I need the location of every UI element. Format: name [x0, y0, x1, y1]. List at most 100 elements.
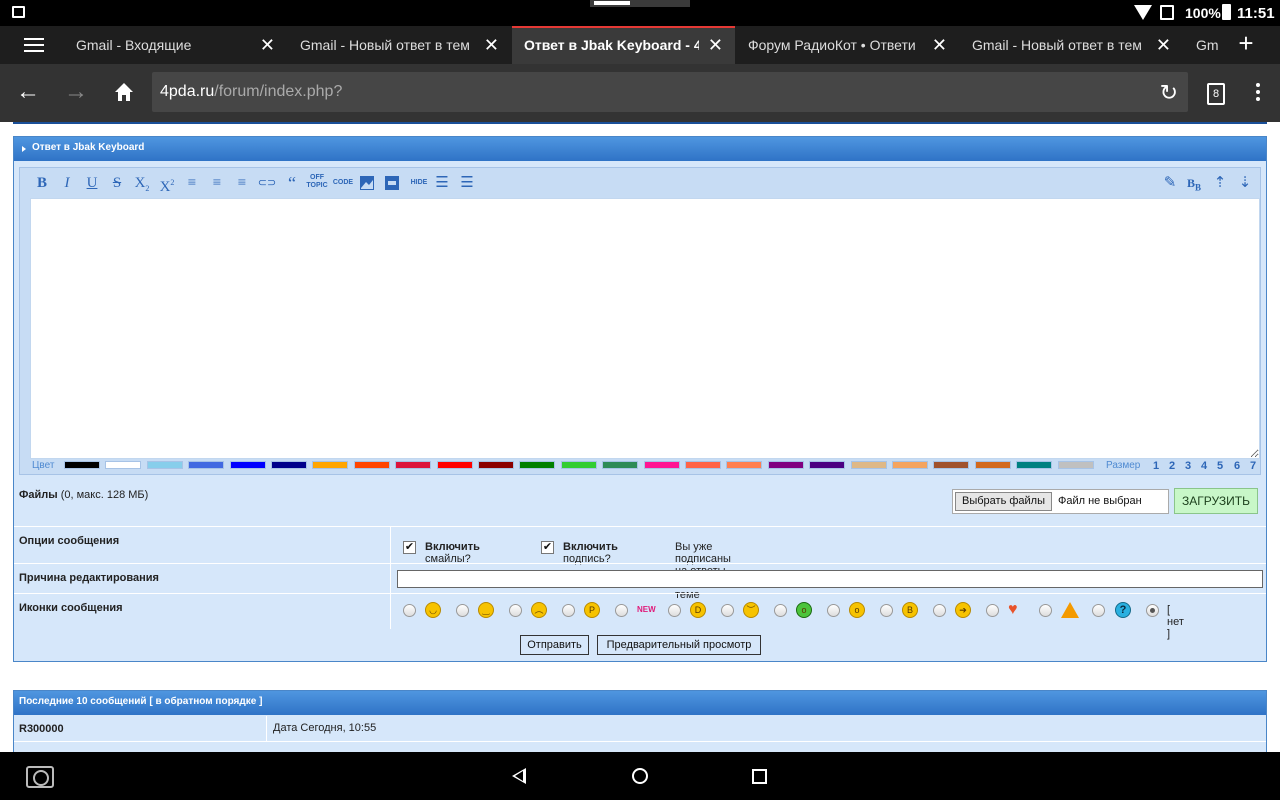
strikethrough-button[interactable]: S — [107, 174, 127, 192]
color-swatch[interactable] — [229, 461, 266, 469]
eraser-icon[interactable]: ✎ — [1160, 174, 1180, 192]
hamburger-menu-icon[interactable] — [24, 38, 44, 52]
preview-button[interactable]: Предварительный просмотр — [597, 635, 761, 655]
tab-gmail-inbox[interactable]: Gmail - Входящие ✕ — [64, 26, 287, 64]
choose-files-button[interactable]: Выбрать файлы — [955, 492, 1052, 511]
icon-radio[interactable] — [986, 604, 999, 617]
enable-signature-checkbox[interactable]: ✔ — [541, 541, 554, 554]
size-option[interactable]: 2 — [1169, 460, 1175, 472]
color-swatch[interactable] — [892, 461, 928, 469]
tab-gmail-new-reply-2[interactable]: Gmail - Новый ответ в тем ✕ — [960, 26, 1183, 64]
color-swatch[interactable] — [560, 461, 597, 469]
color-swatch[interactable] — [1016, 461, 1053, 469]
color-swatch[interactable] — [478, 461, 514, 469]
quote-icon[interactable]: “ — [282, 174, 302, 192]
image-icon[interactable] — [357, 174, 377, 192]
tab-gmail-partial[interactable]: Gm — [1184, 26, 1224, 64]
url-bar[interactable]: 4pda.ru/forum/index.php? ↻ — [152, 72, 1188, 112]
close-icon[interactable]: ✕ — [932, 26, 947, 64]
new-tab-icon[interactable]: + — [1234, 28, 1258, 59]
icon-radio[interactable] — [880, 604, 893, 617]
icon-radio[interactable] — [1092, 604, 1105, 617]
icon-radio[interactable] — [721, 604, 734, 617]
bullet-list-icon[interactable]: ☰ — [432, 174, 452, 192]
color-swatch[interactable] — [105, 461, 142, 469]
close-icon[interactable]: ✕ — [1156, 26, 1171, 64]
color-swatch[interactable] — [146, 461, 183, 469]
icon-radio[interactable] — [562, 604, 575, 617]
tab-reply-jbak-keyboard[interactable]: Ответ в Jbak Keyboard - 4P ✕ — [512, 26, 735, 64]
icon-radio[interactable] — [456, 604, 469, 617]
color-swatch[interactable] — [726, 461, 763, 469]
align-left-icon[interactable]: ≡ — [182, 174, 202, 192]
numbered-list-icon[interactable]: ☰ — [457, 174, 477, 192]
home-icon[interactable] — [110, 78, 138, 106]
icon-radio[interactable] — [827, 604, 840, 617]
tab-radiokot-forum[interactable]: Форум РадиоКот • Ответи ✕ — [736, 26, 959, 64]
close-icon[interactable]: ✕ — [484, 26, 499, 64]
post-author[interactable]: R300000 — [19, 723, 64, 735]
align-right-icon[interactable]: ≡ — [232, 174, 252, 192]
icon-radio[interactable] — [933, 604, 946, 617]
code-button[interactable]: CODE — [331, 174, 355, 192]
edit-reason-input[interactable] — [397, 570, 1263, 588]
close-icon[interactable]: ✕ — [260, 26, 275, 64]
overflow-menu-icon[interactable] — [1250, 80, 1266, 106]
tab-switcher-icon[interactable]: 8 — [1207, 83, 1225, 105]
size-option[interactable]: 5 — [1217, 460, 1223, 472]
icon-radio[interactable] — [774, 604, 787, 617]
upload-button[interactable]: ЗАГРУЗИТЬ — [1174, 488, 1258, 514]
color-swatch[interactable] — [809, 461, 846, 469]
icon-radio[interactable] — [668, 604, 681, 617]
color-swatch[interactable] — [353, 461, 390, 469]
font-case-icon[interactable]: BB — [1184, 174, 1204, 192]
icon-radio[interactable] — [1039, 604, 1052, 617]
color-swatch[interactable] — [602, 461, 639, 469]
screenshot-icon[interactable] — [26, 766, 54, 788]
reload-icon[interactable]: ↻ — [1160, 80, 1178, 106]
color-swatch[interactable] — [188, 461, 225, 469]
color-swatch[interactable] — [519, 461, 556, 469]
size-option[interactable]: 3 — [1185, 460, 1191, 472]
expand-down-icon[interactable]: ⇣ — [1235, 174, 1255, 192]
off-topic-button[interactable]: OFF TOPIC — [305, 174, 329, 192]
align-center-icon[interactable]: ≡ — [207, 174, 227, 192]
file-input[interactable]: Выбрать файлы Файл не выбран — [952, 489, 1169, 514]
color-swatch[interactable] — [1057, 461, 1094, 469]
bold-button[interactable]: B — [32, 174, 52, 192]
color-swatch[interactable] — [850, 461, 887, 469]
link-icon[interactable]: ⊂⊃ — [257, 174, 277, 192]
collapse-up-icon[interactable]: ⇡ — [1210, 174, 1230, 192]
subscript-button[interactable]: X2 — [132, 174, 152, 193]
underline-button[interactable]: U — [82, 174, 102, 192]
size-option[interactable]: 6 — [1234, 460, 1240, 472]
close-icon[interactable]: ✕ — [708, 28, 723, 62]
home-circle-icon[interactable] — [632, 768, 648, 784]
hide-button[interactable]: HIDE — [407, 174, 431, 192]
color-swatch[interactable] — [271, 461, 307, 469]
color-swatch[interactable] — [933, 461, 970, 469]
color-swatch[interactable] — [974, 461, 1011, 469]
color-swatch[interactable] — [312, 461, 349, 469]
recents-icon[interactable] — [752, 769, 767, 784]
italic-button[interactable]: I — [57, 174, 77, 192]
color-swatch[interactable] — [395, 461, 432, 469]
enable-smilies-checkbox[interactable]: ✔ — [403, 541, 416, 554]
icon-radio[interactable] — [403, 604, 416, 617]
back-icon[interactable] — [512, 768, 526, 784]
icon-radio[interactable] — [509, 604, 522, 617]
color-swatch[interactable] — [436, 461, 473, 469]
back-arrow-icon[interactable]: ← — [14, 78, 42, 106]
size-option[interactable]: 1 — [1153, 460, 1159, 472]
icon-radio[interactable] — [615, 604, 628, 617]
color-swatch[interactable] — [643, 461, 680, 469]
color-swatch[interactable] — [64, 461, 100, 469]
color-swatch[interactable] — [685, 461, 721, 469]
tab-gmail-new-reply[interactable]: Gmail - Новый ответ в тем ✕ — [288, 26, 511, 64]
color-swatch[interactable] — [767, 461, 804, 469]
superscript-button[interactable]: X2 — [157, 174, 177, 195]
spoiler-icon[interactable] — [382, 174, 402, 192]
submit-button[interactable]: Отправить — [520, 635, 589, 655]
icon-radio-none[interactable] — [1146, 604, 1159, 617]
size-option[interactable]: 7 — [1250, 460, 1256, 472]
